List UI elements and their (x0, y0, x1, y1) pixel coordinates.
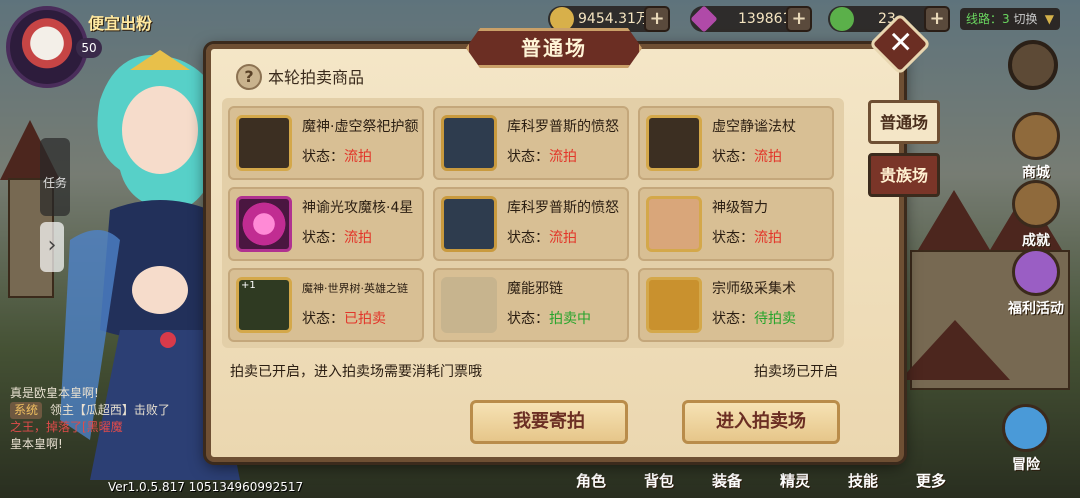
bottom-bag-button[interactable]: 背包 (644, 470, 674, 491)
item-status: 状态：流拍 (712, 149, 782, 165)
caret-down-icon: ▼ (1044, 12, 1054, 26)
gauntlet-icon (441, 196, 497, 252)
portal-icon (1002, 404, 1050, 452)
status-value: 流拍 (549, 149, 577, 165)
modal-title: 普通场 (466, 28, 642, 68)
bottom-more-button[interactable]: 更多 (916, 470, 946, 491)
adventure-label: 冒险 (1012, 457, 1040, 473)
chat-panel[interactable]: 真是欧皇本皇啊! 系统 领主【瓜超西】击败了 之王，掉落了[黑曜魔 皇本皇啊! (10, 385, 220, 453)
welfare-button[interactable]: 福利活动 (998, 248, 1074, 318)
item-status: 状态：已拍卖 (302, 311, 386, 327)
status-value: 流拍 (344, 149, 372, 165)
consign-button[interactable]: 我要寄拍 (470, 400, 628, 444)
item-status: 状态：流拍 (302, 149, 372, 165)
auction-open-status: 拍卖场已开启 (754, 364, 838, 380)
stamina-heart-icon (830, 7, 854, 31)
auction-item-card[interactable]: 库科罗普斯的愤怒 状态：流拍 (433, 106, 629, 180)
achievement-label: 成就 (1022, 233, 1050, 249)
welfare-label: 福利活动 (1008, 301, 1064, 317)
adventure-button[interactable]: 冒险 (996, 404, 1056, 474)
gold-coin-icon (550, 7, 574, 31)
line-switch[interactable]: 线路：3 切换 ▼ (960, 8, 1060, 30)
section-title: 本轮拍卖商品 (268, 68, 365, 87)
chain-icon (441, 277, 497, 333)
bottom-spirit-button[interactable]: 精灵 (780, 470, 810, 491)
gold-value: 9454.31万 (578, 11, 650, 27)
auction-item-card[interactable]: 神谕光攻魔核·4星 状态：流拍 (228, 187, 424, 261)
staff-icon (646, 115, 702, 171)
auction-item-card[interactable]: 库科罗普斯的愤怒 状态：流拍 (433, 187, 629, 261)
status-value: 待拍卖 (754, 311, 796, 327)
version-text: Ver1.0.5.817 105134960992517 (108, 480, 304, 494)
help-question-icon[interactable]: ? (236, 64, 262, 90)
item-status: 状态：流拍 (507, 149, 577, 165)
add-gold-button[interactable]: + (644, 6, 670, 32)
achievement-button[interactable]: 成就 (1008, 180, 1064, 250)
line-switch-label: 切换 (1013, 12, 1038, 26)
plus-one-badge: +1 (241, 280, 256, 291)
auction-item-card[interactable]: +1 魔神·世界树·英雄之链 状态：已拍卖 (228, 268, 424, 342)
player-name: 便宜出粉 (88, 14, 153, 33)
item-name: 神谕光攻魔核·4星 (302, 200, 414, 216)
close-icon: ✕ (888, 25, 914, 61)
item-name: 魔神·世界树·英雄之链 (302, 282, 408, 295)
auction-item-card[interactable]: 魔能邪链 状态：拍卖中 (433, 268, 629, 342)
gauntlet-icon (441, 115, 497, 171)
item-name: 魔神·虚空祭祀护额 (302, 119, 419, 135)
gift-icon (1012, 248, 1060, 296)
shop-button[interactable]: 商城 (1008, 112, 1064, 182)
item-name: 神级智力 (712, 200, 768, 216)
chat-line-2: 系统 领主【瓜超西】击败了 (10, 402, 220, 419)
item-name: 库科罗普斯的愤怒 (507, 119, 619, 135)
status-value: 已拍卖 (344, 311, 386, 327)
section-header: ? 本轮拍卖商品 (236, 64, 365, 90)
chat-line-1: 真是欧皇本皇啊! (10, 386, 99, 400)
status-value: 流拍 (549, 230, 577, 246)
status-value: 流拍 (344, 230, 372, 246)
gem-counter: 139861 + (690, 5, 812, 33)
auction-notice: 拍卖已开启，进入拍卖场需要消耗门票哦 (230, 364, 482, 380)
chat-line-4: 皇本皇啊! (10, 437, 63, 451)
chat-line-3: 之王，掉落了[黑曜魔 (10, 420, 123, 434)
gem-icon (690, 5, 718, 33)
helmet-icon (236, 115, 292, 171)
scroll-book-icon (646, 277, 702, 333)
auction-item-card[interactable]: 魔神·虚空祭祀护额 状态：流拍 (228, 106, 424, 180)
tab-normal[interactable]: 普通场 (868, 100, 940, 144)
crossed-swords-icon[interactable] (1008, 40, 1058, 90)
shop-label: 商城 (1022, 165, 1050, 181)
add-stamina-button[interactable]: + (924, 6, 950, 32)
item-name: 虚空静谧法杖 (712, 119, 796, 135)
auction-item-card[interactable]: 宗师级采集术 状态：待拍卖 (638, 268, 834, 342)
tab-noble[interactable]: 贵族场 (868, 153, 940, 197)
enter-auction-button[interactable]: 进入拍卖场 (682, 400, 840, 444)
item-status: 状态：拍卖中 (507, 311, 591, 327)
item-name: 魔能邪链 (507, 281, 563, 297)
line-label: 线路：3 (966, 12, 1010, 26)
gem-value: 139861 (738, 11, 792, 27)
trophy-icon (1012, 180, 1060, 228)
item-name: 宗师级采集术 (712, 281, 796, 297)
bottom-equip-button[interactable]: 装备 (712, 470, 742, 491)
add-gem-button[interactable]: + (786, 6, 812, 32)
bottom-skill-button[interactable]: 技能 (848, 470, 878, 491)
vine-chain-icon: +1 (236, 277, 292, 333)
magic-core-icon (236, 196, 292, 252)
item-name: 库科罗普斯的愤怒 (507, 200, 619, 216)
auction-item-card[interactable]: 神级智力 状态：流拍 (638, 187, 834, 261)
item-status: 状态：流拍 (712, 230, 782, 246)
status-value: 流拍 (754, 230, 782, 246)
shop-icon (1012, 112, 1060, 160)
item-status: 状态：待拍卖 (712, 311, 796, 327)
bottom-role-button[interactable]: 角色 (576, 470, 606, 491)
system-tag: 系统 (10, 402, 43, 419)
status-value: 拍卖中 (549, 311, 591, 327)
book-icon (646, 196, 702, 252)
item-status: 状态：流拍 (507, 230, 577, 246)
status-value: 流拍 (754, 149, 782, 165)
item-status: 状态：流拍 (302, 230, 372, 246)
auction-item-card[interactable]: 虚空静谧法杖 状态：流拍 (638, 106, 834, 180)
